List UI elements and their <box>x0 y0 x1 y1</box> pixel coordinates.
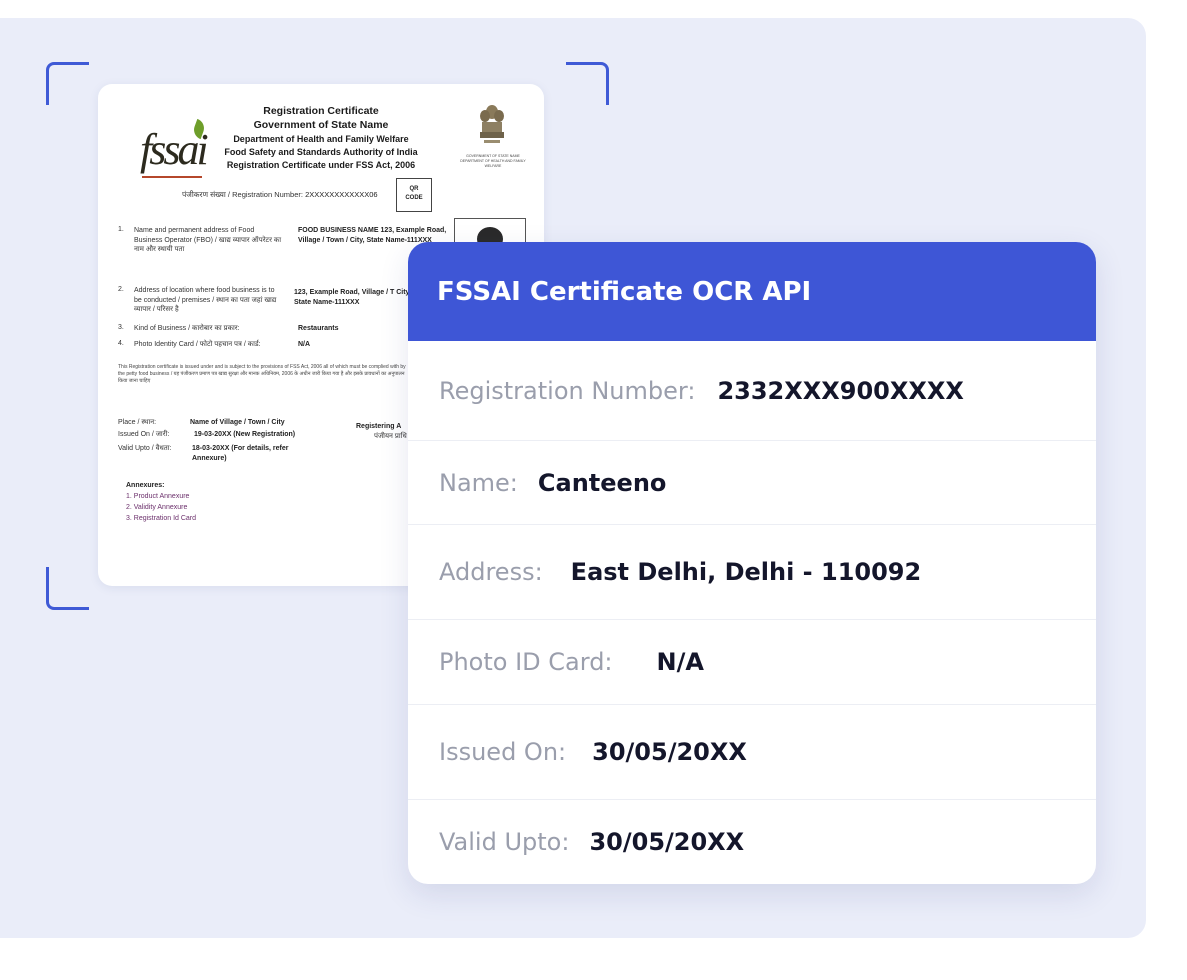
issued-label: Issued On / जारी: <box>118 431 170 438</box>
item-number: 1. <box>118 226 124 233</box>
item-number: 2. <box>118 286 124 293</box>
field-label: Registration Number: <box>439 376 696 405</box>
field-label: Photo ID Card: <box>439 648 613 676</box>
field-value: Canteeno <box>537 468 667 497</box>
emblem-caption: GOVERNMENT OF STATE NAME DEPARTMENT OF H… <box>460 154 526 168</box>
place-label: Place / स्थान: <box>118 419 157 426</box>
registering-authority-hindi: पंजीयन प्राधि <box>374 433 407 440</box>
logo-underline <box>142 176 202 178</box>
field-row-name: Name: Canteeno <box>408 441 1096 525</box>
field-row-photo-id: Photo ID Card: N/A <box>408 620 1096 705</box>
field-value: 30/05/20XX <box>589 828 745 856</box>
fssai-logo: fssai <box>120 100 209 178</box>
certificate-dept: Department of Health and Family Welfare <box>233 134 409 144</box>
scan-corner-top-left <box>46 62 89 105</box>
field-value: 30/05/20XX <box>592 738 747 766</box>
field-value: East Delhi, Delhi - 110092 <box>570 558 922 586</box>
item-value: 123, Example Road, Village / T City, Sta… <box>294 289 411 306</box>
annexure-item: 3. Registration Id Card <box>126 515 197 522</box>
national-emblem-icon <box>480 105 504 143</box>
field-row-address: Address: East Delhi, Delhi - 110092 <box>408 525 1096 620</box>
ocr-card-title: FSSAI Certificate OCR API <box>408 242 1096 341</box>
ocr-result-card: FSSAI Certificate OCR API Registration N… <box>408 242 1096 884</box>
field-value: N/A <box>656 648 704 676</box>
registration-number-value: 2XXXXXXXXXXXX06 <box>305 190 378 199</box>
annexure-item: 2. Validity Annexure <box>126 504 188 511</box>
item-number: 4. <box>118 340 124 347</box>
field-label: Issued On: <box>439 738 567 766</box>
field-label: Address: <box>439 558 543 586</box>
qr-label-1: QR <box>409 186 419 192</box>
certificate-subtitle: Government of State Name <box>253 119 389 131</box>
certificate-authority: Food Safety and Standards Authority of I… <box>224 147 418 157</box>
field-label: Valid Upto: <box>439 828 570 856</box>
annexures-title: Annexures: <box>126 482 165 489</box>
item-label: Kind of Business / कारोबार का प्रकार: <box>134 325 240 332</box>
item-label: Name and permanent address of Food Busin… <box>134 227 282 253</box>
place-value: Name of Village / Town / City <box>190 419 285 426</box>
item-number: 3. <box>118 324 124 331</box>
annexure-item: 1. Product Annexure <box>126 493 190 500</box>
scan-corner-top-right <box>566 62 609 105</box>
valid-label: Valid Upto / वैधता: <box>118 445 172 452</box>
certificate-heading: Registration Certificate Government of S… <box>208 104 434 172</box>
scan-corner-bottom-left <box>46 567 89 610</box>
certificate-act: Registration Certificate under FSS Act, … <box>226 160 416 170</box>
qr-label-2: CODE <box>405 195 423 201</box>
registering-authority: Registering A <box>356 423 402 430</box>
field-row-valid-upto: Valid Upto: 30/05/20XX <box>408 800 1096 884</box>
field-row-issued-on: Issued On: 30/05/20XX <box>408 705 1096 800</box>
certificate-title: Registration Certificate <box>263 105 379 117</box>
qr-code-box: QR CODE <box>396 178 432 212</box>
registration-number-line: पंजीकरण संख्या / Registration Number: 2X… <box>182 190 378 200</box>
field-label: Name: <box>439 468 518 497</box>
item-label: Address of location where food business … <box>134 287 277 313</box>
certificate-notice: This Registration certificate is issued … <box>118 364 406 384</box>
registration-number-label: पंजीकरण संख्या / Registration Number: <box>182 190 303 199</box>
field-value: 2332XXX900XXXX <box>717 376 964 405</box>
field-row-registration-number: Registration Number: 2332XXX900XXXX <box>408 341 1096 441</box>
item-label: Photo Identity Card / फोटो पहचान पत्र / … <box>134 341 261 348</box>
issued-value: 19-03-20XX (New Registration) <box>194 431 296 438</box>
valid-value: 18-03-20XX (For details, refer Annexure) <box>192 445 289 462</box>
